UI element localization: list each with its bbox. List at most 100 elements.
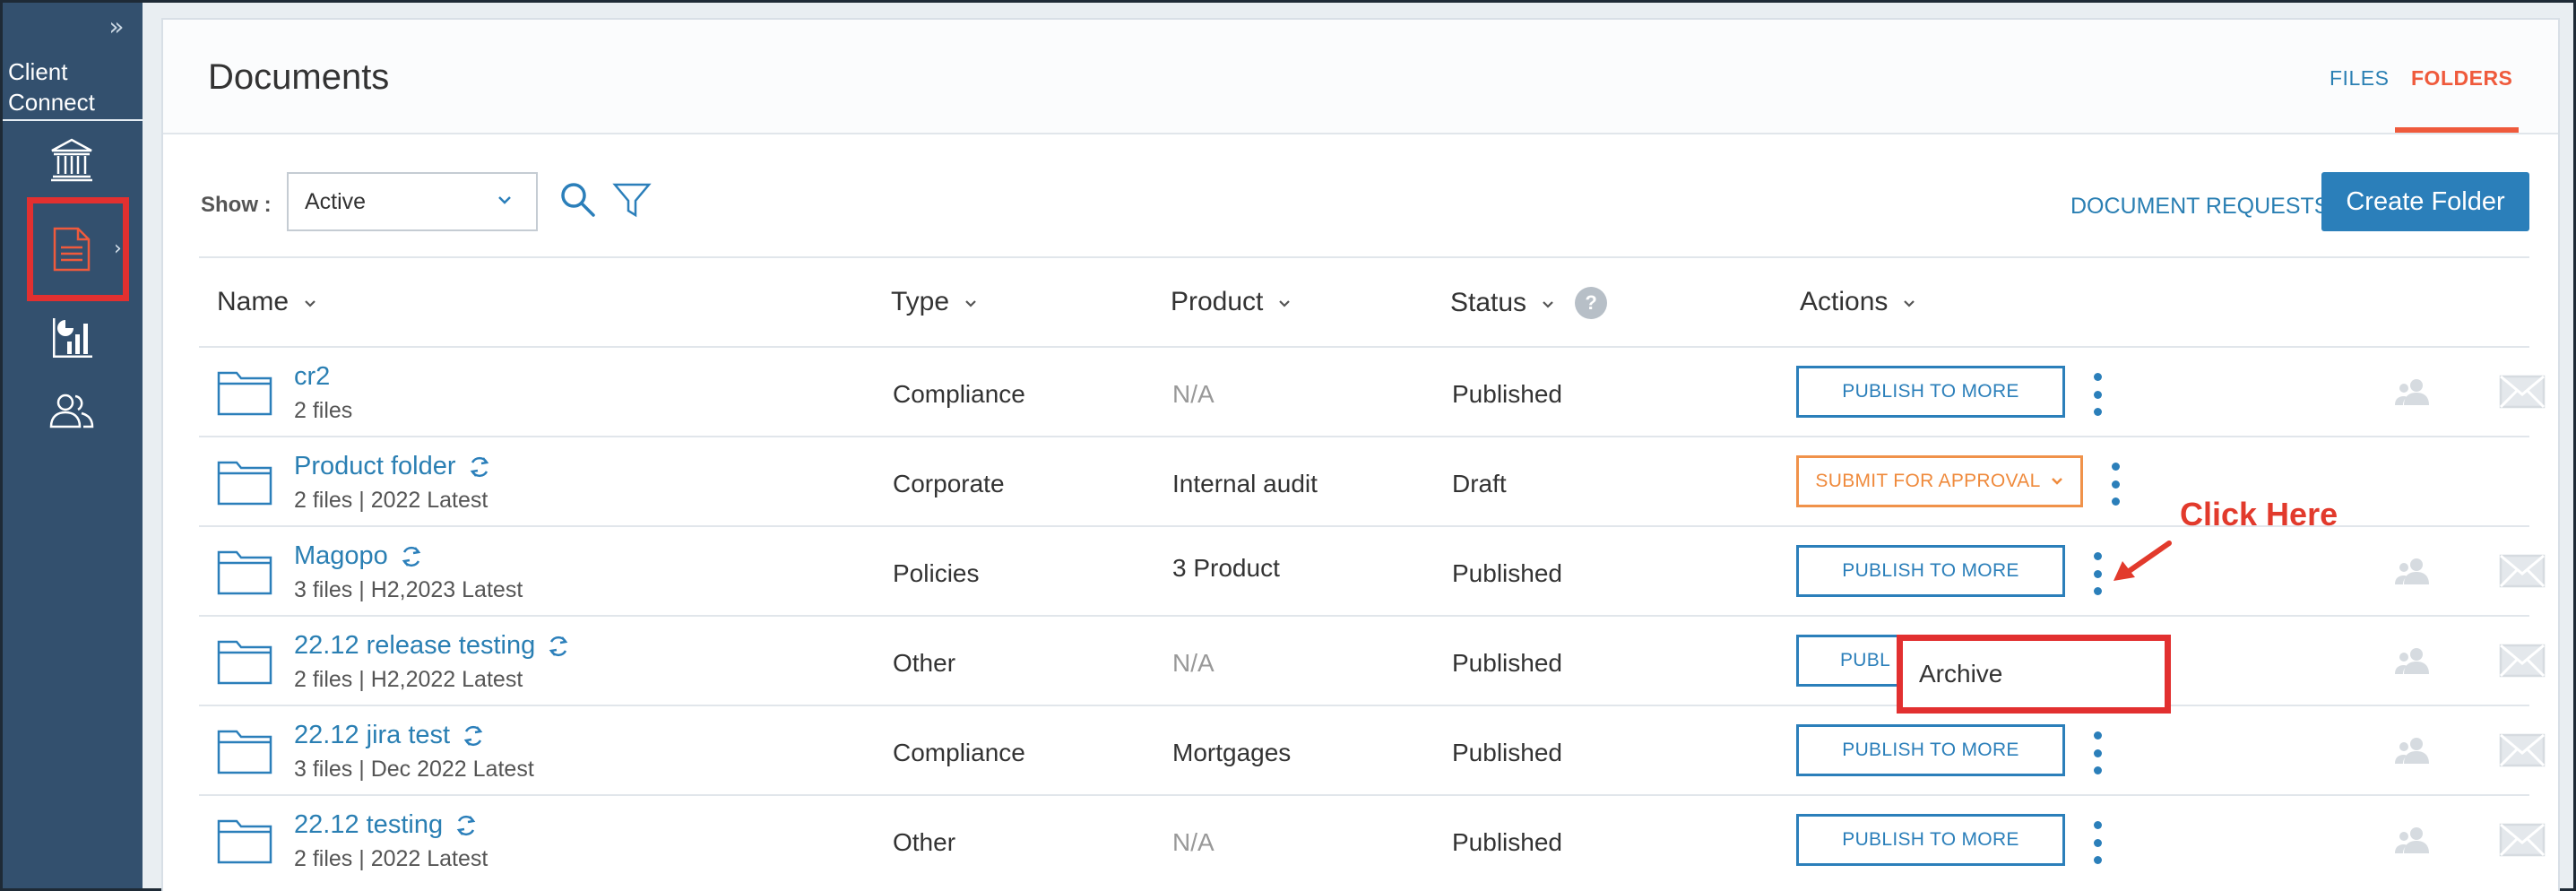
brand-line-2: Connect: [8, 89, 95, 116]
folder-product: N/A: [1172, 380, 1215, 408]
folder-name: Magopo: [294, 541, 388, 570]
folder-name-link[interactable]: cr2: [294, 362, 330, 392]
sync-icon: [456, 815, 476, 835]
submit-for-approval-label: SUBMIT FOR APPROVAL: [1815, 471, 2041, 491]
folder-status: Published: [1452, 828, 1562, 856]
folder-product: Mortgages: [1172, 739, 1292, 766]
folder-name: 22.12 jira test: [294, 721, 451, 749]
more-options-icon[interactable]: [2088, 821, 2106, 864]
folder-meta: 2 files: [294, 398, 353, 423]
brand: Client Connect: [8, 56, 95, 117]
search-icon[interactable]: [558, 179, 599, 221]
mail-icon[interactable]: [2499, 554, 2546, 588]
table-divider: [199, 256, 2529, 258]
sidebar-divider: [3, 119, 143, 121]
filter-icon[interactable]: [611, 179, 653, 221]
chevron-down-icon: [965, 300, 976, 307]
folder-type: Other: [893, 828, 956, 856]
table-row: 22.12 jira test 3 files | Dec 2022 Lates…: [199, 705, 2546, 794]
more-options-icon[interactable]: [2106, 463, 2124, 506]
folder-name-link[interactable]: 22.12 jira test: [294, 721, 486, 750]
more-options-icon[interactable]: [2088, 731, 2106, 774]
chevron-down-icon: [498, 196, 511, 204]
folder-name-link[interactable]: Product folder: [294, 452, 492, 481]
sync-icon: [402, 546, 421, 567]
folder-status: Published: [1452, 559, 1562, 587]
folder-name: 22.12 testing: [294, 810, 444, 839]
show-filter-value: Active: [305, 188, 367, 214]
mail-icon[interactable]: [2499, 733, 2546, 767]
tab-folders[interactable]: FOLDERS: [2411, 66, 2512, 91]
chevron-down-icon: [1543, 301, 1553, 308]
table-row: 22.12 release testing 2 files | H2,2022 …: [199, 615, 2546, 705]
more-options-icon[interactable]: [2088, 373, 2106, 416]
report-chart-icon: [53, 318, 92, 358]
column-header-actions[interactable]: Actions: [1800, 287, 1918, 317]
folder-meta: 2 files | H2,2022 Latest: [294, 667, 523, 692]
folder-name-link[interactable]: Magopo: [294, 541, 424, 571]
click-here-annotation: Click Here: [2180, 496, 2338, 532]
folder-meta: 3 files | Dec 2022 Latest: [294, 757, 534, 782]
chevron-down-icon: [1279, 300, 1291, 307]
folder-name-link[interactable]: 22.12 testing: [294, 810, 479, 840]
sidebar-item-reports[interactable]: [39, 306, 105, 368]
folder-type: Policies: [893, 559, 980, 587]
folder-type: Compliance: [893, 739, 1025, 766]
chevron-down-icon: [1904, 300, 1915, 307]
folder-status: Draft: [1452, 470, 1507, 497]
publish-to-more-button[interactable]: PUBLISH TO MORE: [1796, 366, 2065, 418]
folder-type: Other: [893, 649, 956, 677]
publish-to-more-button[interactable]: PUBLISH TO MORE: [1796, 545, 2065, 597]
table-row: cr2 2 files Compliance N/A Published PUB…: [199, 346, 2546, 436]
archive-menu-item[interactable]: Archive: [1897, 635, 2171, 714]
folder-product: 3 Product: [1172, 554, 1280, 582]
chevron-down-icon: [305, 300, 316, 307]
brand-line-1: Client: [8, 58, 68, 85]
expand-sidebar-icon[interactable]: »: [101, 13, 132, 44]
column-header-type[interactable]: Type: [891, 287, 980, 317]
folder-icon: [217, 461, 272, 506]
column-header-product-label: Product: [1171, 287, 1264, 316]
share-users-icon[interactable]: [2393, 378, 2433, 405]
tab-files[interactable]: FILES: [2330, 66, 2389, 91]
status-help-icon[interactable]: ?: [1575, 287, 1608, 319]
sidebar-item-users[interactable]: [39, 379, 105, 442]
bank-icon: [51, 138, 92, 182]
folder-status: Published: [1452, 739, 1562, 766]
column-header-status[interactable]: Status ?: [1450, 287, 1608, 319]
active-tab-indicator: [2395, 127, 2519, 133]
table-row: Magopo 3 files | H2,2023 Latest Policies…: [199, 525, 2546, 615]
create-folder-button[interactable]: Create Folder: [2321, 172, 2529, 231]
show-filter-select[interactable]: Active: [287, 172, 538, 231]
folder-name-link[interactable]: 22.12 release testing: [294, 631, 571, 661]
folder-name: Product folder: [294, 452, 456, 480]
main-panel: Documents FILES FOLDERS Show : Active DO…: [161, 18, 2560, 891]
document-requests-link[interactable]: DOCUMENT REQUESTS: [2070, 194, 2329, 220]
publish-to-more-button[interactable]: PUBLISH TO MORE: [1796, 814, 2065, 866]
folder-meta: 2 files | 2022 Latest: [294, 846, 488, 871]
sidebar-item-bank[interactable]: [39, 128, 105, 191]
folder-type: Corporate: [893, 470, 1005, 497]
folder-name: cr2: [294, 362, 331, 391]
folder-type: Compliance: [893, 380, 1025, 408]
sync-icon: [549, 636, 568, 656]
folder-name: 22.12 release testing: [294, 631, 536, 660]
submit-for-approval-button[interactable]: SUBMIT FOR APPROVAL: [1796, 455, 2083, 507]
mail-icon[interactable]: [2499, 644, 2546, 678]
folder-meta: 2 files | 2022 Latest: [294, 488, 488, 513]
publish-to-more-button[interactable]: PUBLISH TO MORE: [1796, 724, 2065, 776]
folder-icon: [217, 550, 272, 595]
column-header-name[interactable]: Name: [217, 287, 319, 317]
share-users-icon[interactable]: [2393, 737, 2433, 764]
share-users-icon[interactable]: [2393, 647, 2433, 674]
column-header-product[interactable]: Product: [1171, 287, 1293, 317]
more-options-icon[interactable]: [2088, 552, 2106, 595]
mail-icon[interactable]: [2499, 375, 2546, 409]
sync-icon: [463, 725, 483, 746]
mail-icon[interactable]: [2499, 823, 2546, 857]
folder-status: Published: [1452, 649, 1562, 677]
column-header-name-label: Name: [217, 287, 290, 316]
share-users-icon[interactable]: [2393, 558, 2433, 584]
share-users-icon[interactable]: [2393, 826, 2433, 853]
table-row: 22.12 testing 2 files | 2022 Latest Othe…: [199, 794, 2546, 884]
